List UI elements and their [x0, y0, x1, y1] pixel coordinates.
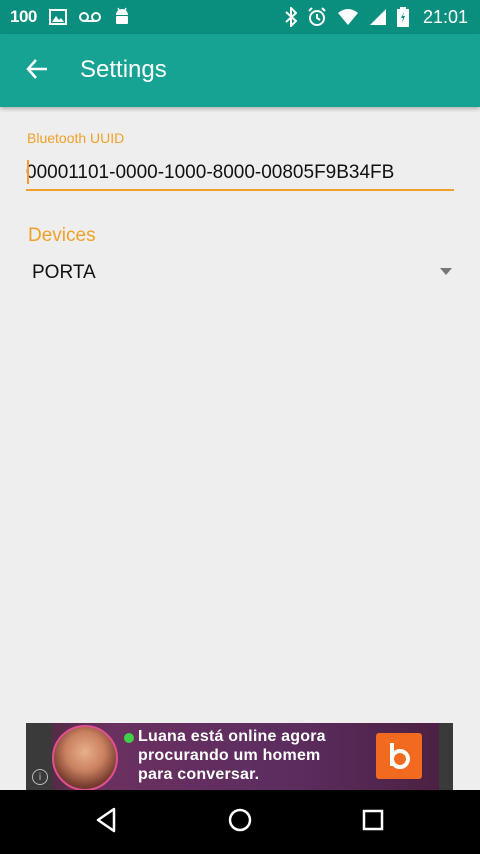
status-bar: 100 21:01 [0, 0, 480, 34]
clock: 21:01 [422, 6, 468, 27]
ad-text: Luana está online agora procurando um ho… [138, 727, 326, 784]
uuid-input[interactable] [26, 157, 454, 191]
devices-title: Devices [28, 225, 96, 246]
home-circle-icon [227, 807, 253, 838]
back-triangle-icon [94, 807, 118, 838]
wifi-icon [337, 8, 359, 26]
status-bar-system: 21:01 [285, 0, 468, 34]
nav-recents-button[interactable] [357, 806, 389, 838]
back-button[interactable] [20, 54, 54, 88]
ad-line-1: Luana está online agora [138, 728, 326, 745]
online-status-icon [124, 733, 134, 743]
devices-dropdown[interactable]: PORTA [22, 255, 458, 291]
text-cursor [27, 160, 29, 184]
ad-banner[interactable]: Luana está online agora procurando um ho… [26, 723, 453, 790]
recents-square-icon [361, 808, 385, 837]
nav-home-button[interactable] [224, 806, 256, 838]
notification-count: 100 [10, 7, 37, 26]
navigation-bar [0, 790, 480, 854]
android-icon [113, 7, 131, 27]
status-bar-notifications: 100 [10, 0, 131, 34]
ad-line-2: procurando um homem [138, 747, 321, 764]
signal-icon [369, 8, 387, 26]
uuid-label: Bluetooth UUID [27, 130, 125, 146]
app-bar: Settings [0, 34, 480, 107]
dropdown-arrow-icon [440, 268, 452, 275]
image-icon [48, 9, 67, 25]
battery-icon [396, 7, 409, 27]
devices-selected-value: PORTA [32, 262, 96, 283]
ad-line-3: para conversar. [138, 766, 260, 783]
ad-logo [376, 733, 422, 779]
bluetooth-icon [285, 7, 297, 27]
arrow-back-icon [25, 57, 49, 86]
ad-avatar [52, 725, 118, 790]
nav-back-button[interactable] [90, 806, 122, 838]
alarm-icon [307, 7, 327, 27]
info-icon[interactable]: i [32, 769, 48, 785]
page-title: Settings [80, 56, 167, 83]
ad-frame-right [439, 723, 453, 790]
voicemail-icon [78, 11, 101, 23]
